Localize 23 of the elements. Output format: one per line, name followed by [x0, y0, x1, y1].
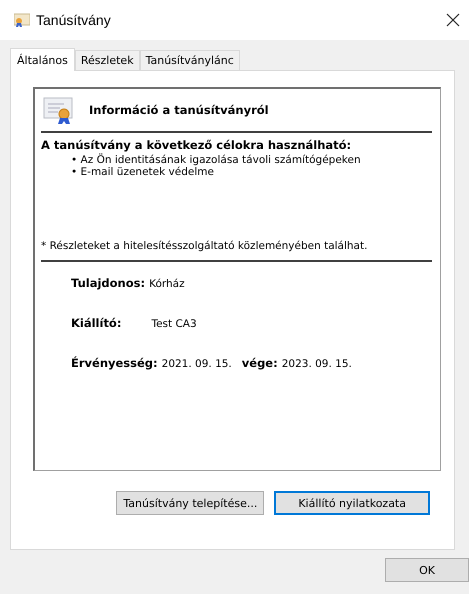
ok-button[interactable]: OK: [385, 558, 469, 582]
section-heading: Információ a tanúsítványról: [89, 103, 269, 117]
note-text: * Részleteket a hitelesítésszolgáltató közleményében találhat.: [41, 240, 432, 262]
dialog-button[interactable]: Tanúsítvány telepítése...: [116, 491, 264, 515]
purpose-item: • E-mail üzenetek védelme: [71, 166, 215, 178]
window-title: Tanúsítvány: [36, 12, 112, 28]
issuer-label: Kiállító:: [71, 316, 122, 330]
dialog-button[interactable]: Kiállító nyilatkozata: [274, 491, 430, 515]
validity-label: Érvényesség:: [71, 356, 158, 370]
purpose-title: A tanúsítvány a következő célokra használható:: [41, 138, 352, 152]
valid-to: 2023. 09. 15.: [282, 358, 352, 370]
tab[interactable]: Részletek: [74, 50, 140, 70]
tab[interactable]: Általános: [10, 48, 75, 71]
tab[interactable]: Tanúsítványlánc: [140, 50, 240, 70]
owner-value: Kórház: [149, 278, 185, 290]
valid-from: 2021. 09. 15.: [162, 358, 232, 370]
issuer-value: Test CA3: [151, 318, 197, 330]
certificate-icon: [43, 96, 73, 124]
purpose-item: • Az Ön identitásának igazolása távoli számítógépeken: [71, 154, 362, 166]
valid-to-label: vége:: [242, 356, 278, 370]
certificate-icon: [14, 13, 30, 27]
owner-label: Tulajdonos:: [71, 276, 146, 290]
close-icon[interactable]: [445, 12, 461, 28]
